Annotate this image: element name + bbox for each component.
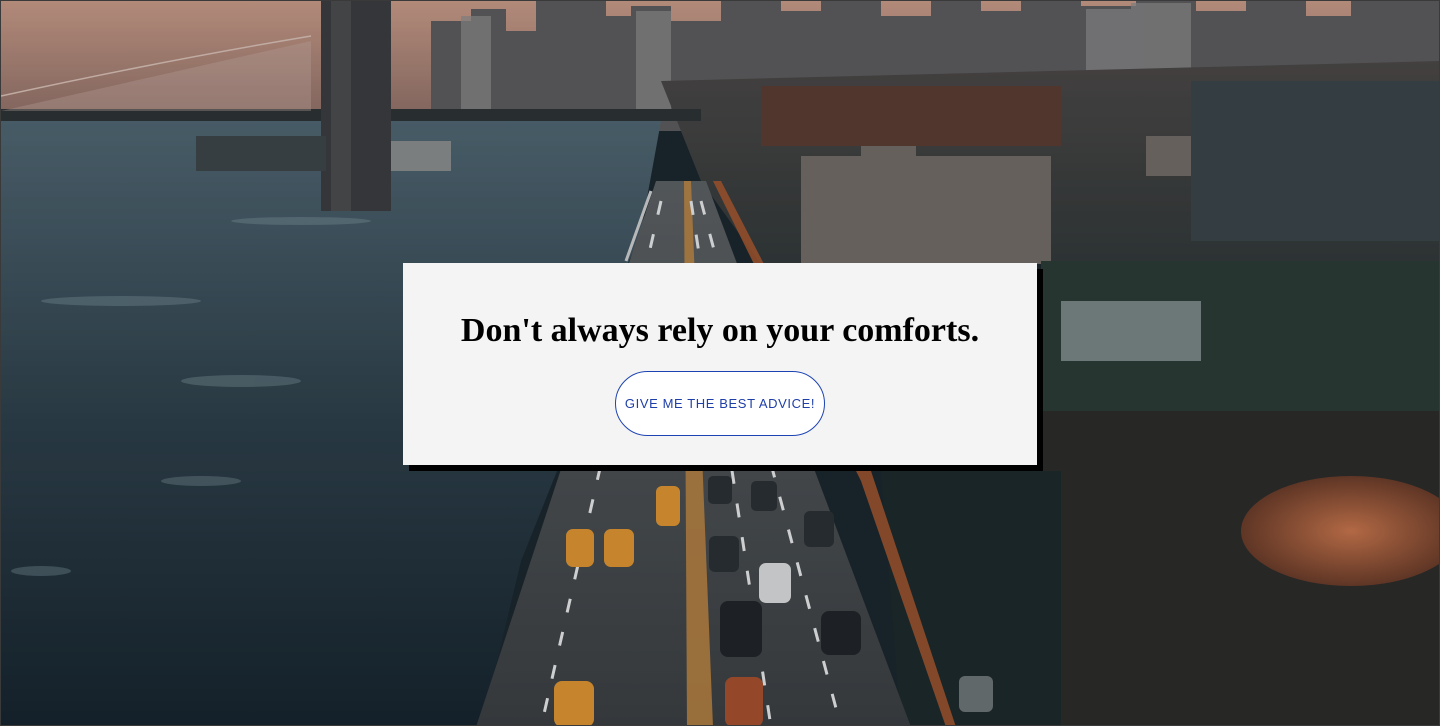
get-advice-button[interactable]: GIVE ME THE BEST ADVICE!: [615, 371, 825, 436]
advice-card: Don't always rely on your comforts. GIVE…: [403, 263, 1037, 465]
advice-quote: Don't always rely on your comforts.: [460, 312, 980, 349]
